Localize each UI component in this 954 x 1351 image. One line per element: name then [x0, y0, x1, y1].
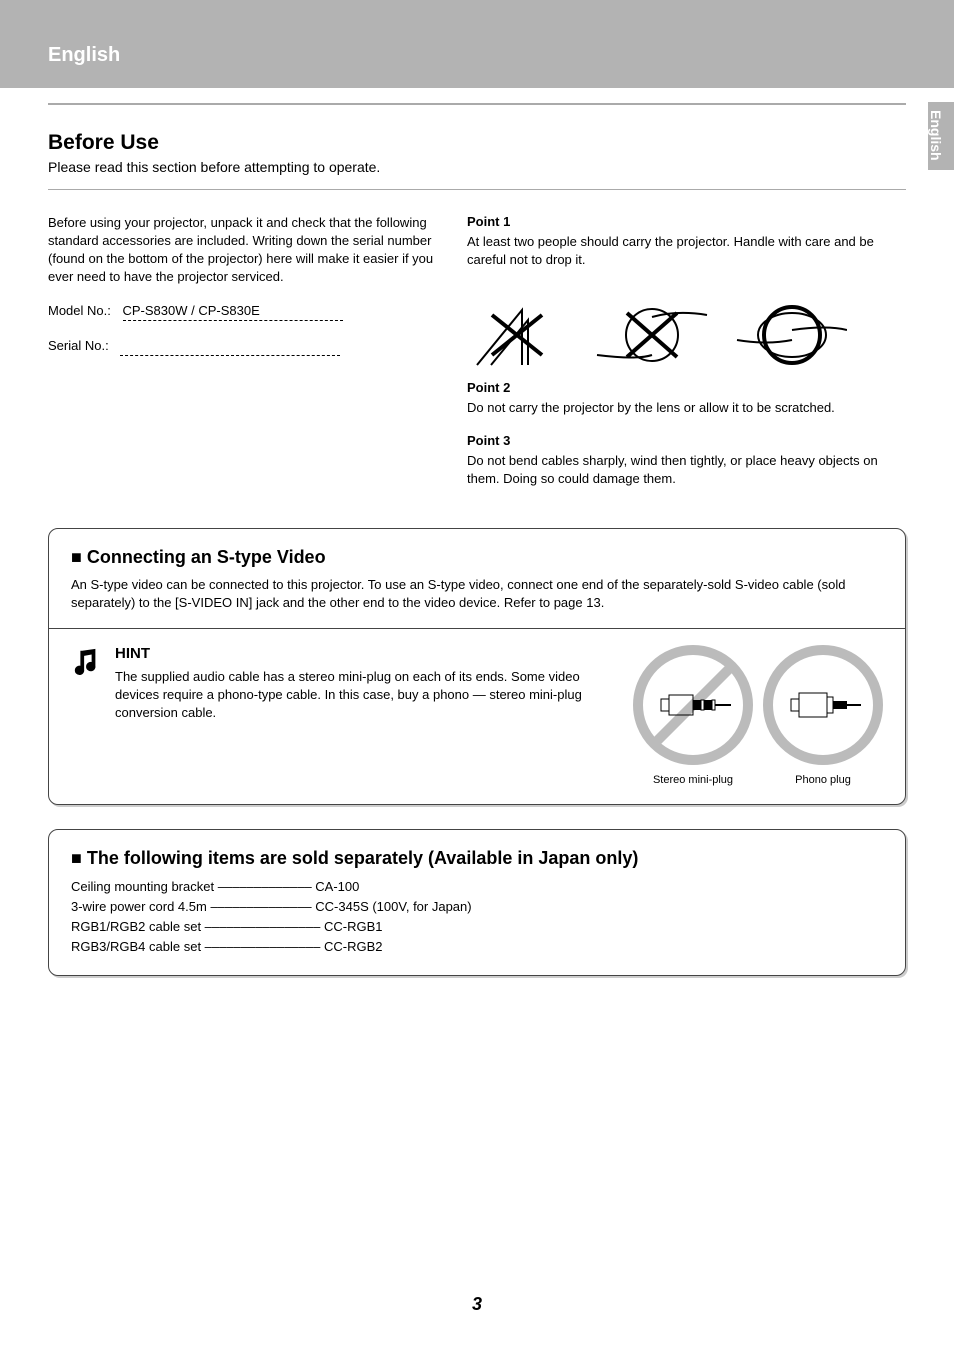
- hint-title: HINT: [115, 645, 619, 662]
- left-column: Before using your projector, unpack it a…: [48, 214, 443, 504]
- point-1-title: Point 1: [467, 214, 892, 229]
- side-language-label: English: [928, 102, 944, 161]
- svideo-divider: [49, 628, 905, 629]
- section-subtitle: Please read this section before attempti…: [48, 159, 906, 175]
- plug-mini-group: Stereo mini-plug: [633, 645, 753, 786]
- svideo-box: ■ Connecting an S-type Video An S-type v…: [48, 528, 906, 805]
- accessories-box: ■ The following items are sold separatel…: [48, 829, 906, 976]
- header-band: English: [0, 0, 954, 88]
- serial-line: Serial No.:: [48, 337, 443, 356]
- accessory-4: RGB3/RGB4 cable set –––––––––––––––– CC-…: [71, 937, 883, 957]
- model-label: Model No.:: [48, 303, 111, 318]
- right-column: Point 1 At least two people should carry…: [467, 214, 892, 504]
- accessory-2: 3-wire power cord 4.5m –––––––––––––– CC…: [71, 897, 883, 917]
- plug-phono-group: Phono plug: [763, 645, 883, 786]
- page-content: Before Use Please read this section befo…: [0, 103, 954, 976]
- hint-row: HINT The supplied audio cable has a ster…: [71, 645, 883, 786]
- mini-plug-label: Stereo mini-plug: [633, 774, 753, 786]
- section-title: Before Use: [48, 131, 906, 155]
- point-2-title: Point 2: [467, 380, 892, 395]
- phono-plug-label: Phono plug: [763, 774, 883, 786]
- side-language-tab: English: [928, 102, 954, 170]
- mini-plug-no-icon: [633, 645, 753, 765]
- cable-handling-diagram: [467, 295, 847, 375]
- rule-top: [48, 103, 906, 105]
- svideo-title: ■ Connecting an S-type Video: [71, 547, 883, 568]
- plug-figures: Stereo mini-plug Phono plug: [633, 645, 883, 786]
- svideo-text: An S-type video can be connected to this…: [71, 576, 883, 612]
- hint-text-block: HINT The supplied audio cable has a ster…: [115, 645, 619, 722]
- accessory-1: Ceiling mounting bracket ––––––––––––– C…: [71, 877, 883, 897]
- accessory-3: RGB1/RGB2 cable set –––––––––––––––– CC-…: [71, 917, 883, 937]
- serial-label: Serial No.:: [48, 338, 109, 353]
- rule-under-title: [48, 189, 906, 190]
- hint-body: The supplied audio cable has a stereo mi…: [115, 668, 619, 722]
- point-2-text: Do not carry the projector by the lens o…: [467, 399, 892, 417]
- point-1-text: At least two people should carry the pro…: [467, 233, 892, 269]
- accessories-title: ■ The following items are sold separatel…: [71, 848, 883, 869]
- page-number: 3: [0, 1294, 954, 1315]
- phono-plug-icon: [763, 645, 883, 765]
- two-column-row: Before using your projector, unpack it a…: [48, 214, 906, 504]
- music-note-icon: [71, 647, 101, 677]
- header-language-tab: English: [48, 44, 120, 67]
- model-value: CP-S830W / CP-S830E: [123, 302, 343, 321]
- point-3-text: Do not bend cables sharply, wind then ti…: [467, 452, 892, 488]
- intro-paragraph: Before using your projector, unpack it a…: [48, 214, 443, 286]
- point-3-title: Point 3: [467, 433, 892, 448]
- serial-blank: [120, 337, 340, 356]
- accessories-list: Ceiling mounting bracket ––––––––––––– C…: [71, 877, 883, 957]
- model-line: Model No.: CP-S830W / CP-S830E: [48, 302, 443, 321]
